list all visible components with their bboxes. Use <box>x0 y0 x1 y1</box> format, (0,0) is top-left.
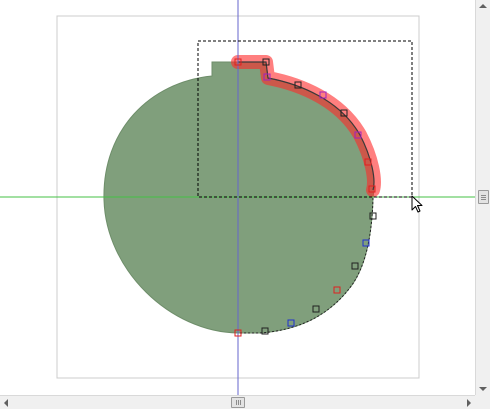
scrollbar-corner <box>475 395 490 409</box>
triangle-left-icon[interactable] <box>4 399 8 407</box>
canvas-svg[interactable] <box>0 0 475 395</box>
drawing-canvas[interactable] <box>0 0 475 395</box>
vertical-scrollbar[interactable] <box>475 0 490 395</box>
arrow-pointer-icon <box>411 195 423 213</box>
triangle-right-icon[interactable] <box>467 399 471 407</box>
horizontal-scrollbar[interactable] <box>0 395 475 409</box>
horizontal-scroll-thumb[interactable] <box>231 397 245 408</box>
triangle-down-icon[interactable] <box>479 387 487 391</box>
triangle-up-icon[interactable] <box>479 4 487 8</box>
vertical-scroll-thumb[interactable] <box>478 190 489 204</box>
